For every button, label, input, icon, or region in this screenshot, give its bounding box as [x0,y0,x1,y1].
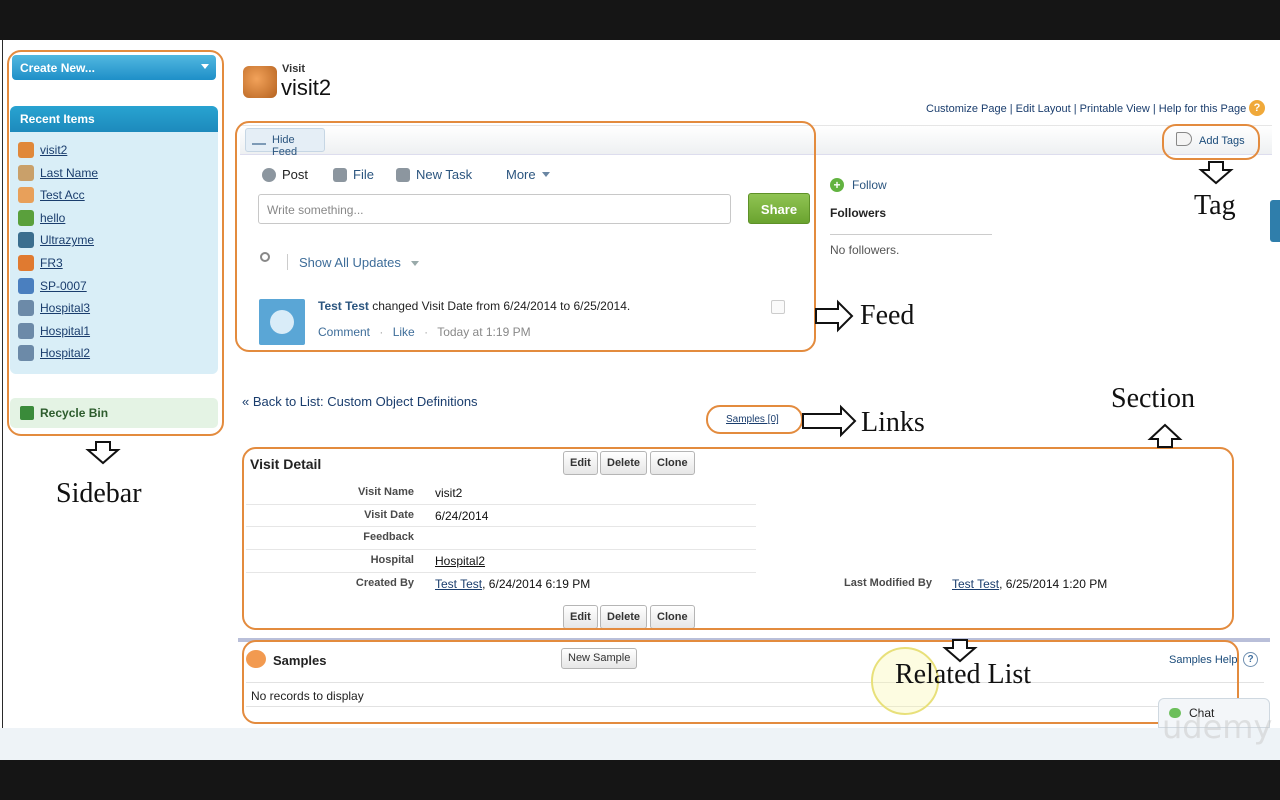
annotation-arrows [85,161,1234,663]
right-arrow-icon [802,404,857,438]
video-bottom-letterbox [0,760,1280,800]
down-arrow-icon [85,441,121,465]
up-arrow-icon [1147,423,1183,448]
annotation-related-list-label: Related List [895,659,1032,690]
annotation-sidebar-label: Sidebar [56,478,142,509]
annotation-feed-label: Feed [860,300,915,331]
right-arrow-icon [815,299,854,333]
annotation-tag-label: Tag [1194,190,1236,221]
down-arrow-icon [942,639,978,663]
annotation-section-label: Section [1111,383,1195,414]
annotation-links-label: Links [861,407,925,438]
down-arrow-icon [1198,161,1234,185]
watermark: udemy [1162,708,1273,746]
